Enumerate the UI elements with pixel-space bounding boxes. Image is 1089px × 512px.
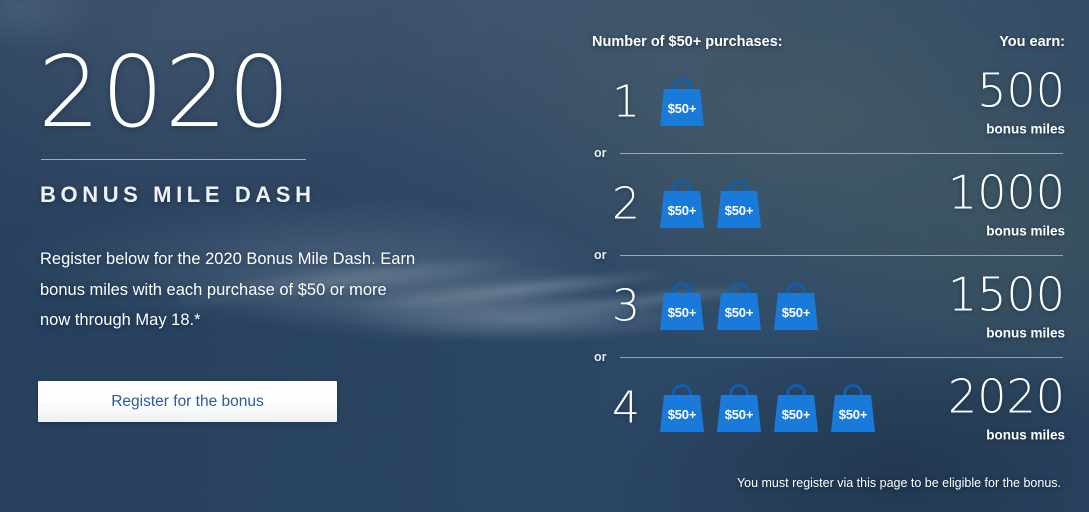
tier-table-headers: Number of $50+ purchases: You earn: xyxy=(560,34,1065,58)
bag-body-icon: $50+ xyxy=(831,395,875,432)
tier-earn-unit: bonus miles xyxy=(986,427,1065,443)
bag-amount-label: $50+ xyxy=(838,406,868,422)
tier-earn-unit: bonus miles xyxy=(986,325,1065,341)
title-divider xyxy=(41,159,306,160)
tier-purchase-count: 3 xyxy=(612,280,640,332)
bag-body-icon: $50+ xyxy=(774,395,818,432)
tier-bag-group: $50+ xyxy=(660,78,704,126)
promo-description: Register below for the 2020 Bonus Mile D… xyxy=(40,250,416,330)
separator-line xyxy=(620,152,1063,154)
shopping-bag-icon: $50+ xyxy=(660,384,704,432)
tier-earn-block: 2020 bonus miles xyxy=(948,374,1065,443)
tier-earn-value: 1500 xyxy=(947,267,1065,322)
shopping-bag-icon: $50+ xyxy=(717,180,761,228)
shopping-bag-icon: $50+ xyxy=(660,180,704,228)
tier-earn-value: 1000 xyxy=(947,165,1065,220)
separator-or-label: or xyxy=(594,248,607,262)
promo-intro: 2020 BONUS MILE DASH Register below for … xyxy=(38,44,458,336)
bag-amount-label: $50+ xyxy=(781,304,811,320)
tier-bag-group: $50+ $50+ $50+ xyxy=(660,282,818,330)
shopping-bag-icon: $50+ xyxy=(660,282,704,330)
tier-row: 4 $50+ $50+ $50+ $50+ 2020 bonus miles xyxy=(560,364,1065,452)
bag-amount-label: $50+ xyxy=(781,406,811,422)
bonus-tier-table: Number of $50+ purchases: You earn: 1 $5… xyxy=(560,34,1065,484)
shopping-bag-icon: $50+ xyxy=(660,78,704,126)
separator-line xyxy=(620,356,1063,358)
bag-amount-label: $50+ xyxy=(724,304,754,320)
tier-earn-value: 500 xyxy=(977,63,1065,118)
tier-purchase-count: 2 xyxy=(612,178,640,230)
footnote-text: You must register via this page to be el… xyxy=(736,476,1061,490)
tier-purchase-count: 1 xyxy=(612,76,640,128)
tier-bag-group: $50+ $50+ xyxy=(660,180,761,228)
separator-line xyxy=(620,254,1063,256)
separator-or-label: or xyxy=(594,350,607,364)
column-header-purchases: Number of $50+ purchases: xyxy=(592,34,783,50)
page-title: 2020 xyxy=(38,36,292,150)
bag-amount-label: $50+ xyxy=(724,406,754,422)
bag-amount-label: $50+ xyxy=(667,406,697,422)
tier-row: 1 $50+ 500 bonus miles xyxy=(560,58,1065,146)
tier-earn-value: 2020 xyxy=(947,369,1065,424)
tier-row: 3 $50+ $50+ $50+ 1500 bonus miles xyxy=(560,262,1065,350)
tier-separator: or xyxy=(560,146,1065,160)
bag-body-icon: $50+ xyxy=(660,293,704,330)
column-header-earn: You earn: xyxy=(999,34,1065,50)
tier-earn-block: 500 bonus miles xyxy=(977,68,1065,137)
shopping-bag-icon: $50+ xyxy=(831,384,875,432)
promo-subtitle: BONUS MILE DASH xyxy=(40,182,316,207)
bag-amount-label: $50+ xyxy=(667,304,697,320)
tier-earn-unit: bonus miles xyxy=(986,223,1065,239)
bag-body-icon: $50+ xyxy=(660,89,704,126)
shopping-bag-icon: $50+ xyxy=(717,282,761,330)
bag-body-icon: $50+ xyxy=(717,293,761,330)
shopping-bag-icon: $50+ xyxy=(774,282,818,330)
bag-amount-label: $50+ xyxy=(724,202,754,218)
bag-body-icon: $50+ xyxy=(717,395,761,432)
bag-amount-label: $50+ xyxy=(667,202,697,218)
shopping-bag-icon: $50+ xyxy=(717,384,761,432)
tier-earn-block: 1500 bonus miles xyxy=(948,272,1065,341)
bag-body-icon: $50+ xyxy=(774,293,818,330)
bag-body-icon: $50+ xyxy=(717,191,761,228)
tier-earn-unit: bonus miles xyxy=(986,121,1065,137)
tier-bag-group: $50+ $50+ $50+ xyxy=(660,384,875,432)
register-button[interactable]: Register for the bonus xyxy=(38,381,337,422)
tier-purchase-count: 4 xyxy=(612,382,640,434)
tier-earn-block: 1000 bonus miles xyxy=(948,170,1065,239)
tier-separator: or xyxy=(560,350,1065,364)
shopping-bag-icon: $50+ xyxy=(774,384,818,432)
tier-separator: or xyxy=(560,248,1065,262)
bag-body-icon: $50+ xyxy=(660,191,704,228)
bag-amount-label: $50+ xyxy=(667,100,697,116)
bag-body-icon: $50+ xyxy=(660,395,704,432)
promo-hero: 2020 BONUS MILE DASH Register below for … xyxy=(0,0,1089,512)
tier-row: 2 $50+ $50+ 1000 bonus miles xyxy=(560,160,1065,248)
separator-or-label: or xyxy=(594,146,607,160)
